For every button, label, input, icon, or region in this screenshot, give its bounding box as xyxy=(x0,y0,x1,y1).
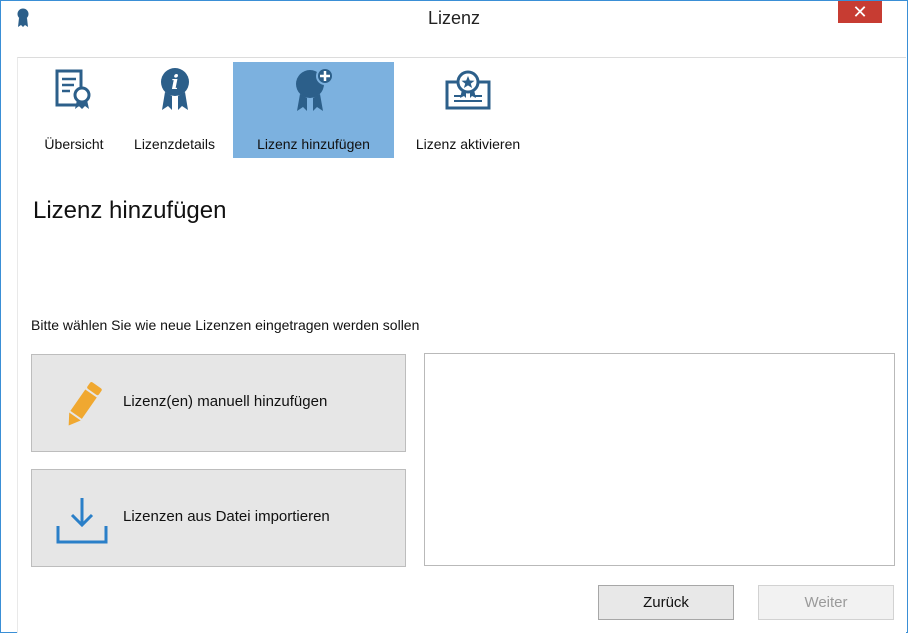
license-window: Lizenz ✕ Übersicht i Lizenzdetails Lizen… xyxy=(0,0,908,633)
next-button-disabled: Weiter xyxy=(758,585,894,620)
add-badge-icon xyxy=(296,67,334,111)
tab-activate-license[interactable]: Lizenz aktivieren xyxy=(399,62,537,158)
tab-activate-license-label: Lizenz aktivieren xyxy=(415,136,521,152)
instruction-text: Bitte wählen Sie wie neue Lizenzen einge… xyxy=(31,317,420,333)
back-button[interactable]: Zurück xyxy=(598,585,734,620)
tab-license-details-label: Lizenzdetails xyxy=(134,136,215,152)
tab-add-license-label: Lizenz hinzufügen xyxy=(257,136,370,152)
tab-license-details[interactable]: i Lizenzdetails xyxy=(121,62,228,158)
import-from-file-button[interactable]: Lizenzen aus Datei importieren xyxy=(31,469,406,567)
pencil-icon xyxy=(68,382,102,426)
page-title: Lizenz hinzufügen xyxy=(33,197,227,224)
import-from-file-label: Lizenzen aus Datei importieren xyxy=(123,508,330,525)
certificate-document-icon xyxy=(55,69,91,109)
info-badge-icon: i xyxy=(161,68,189,110)
title-bar: Lizenz ✕ xyxy=(1,1,907,33)
window-title: Lizenz xyxy=(427,8,481,28)
tab-overview[interactable]: Übersicht xyxy=(28,62,120,158)
svg-text:i: i xyxy=(171,70,179,94)
download-tray-icon xyxy=(56,498,108,544)
close-button[interactable]: ✕ xyxy=(838,1,882,23)
tab-add-license[interactable]: Lizenz hinzufügen xyxy=(233,62,394,158)
add-manually-label: Lizenz(en) manuell hinzufügen xyxy=(123,393,328,410)
tab-overview-label: Übersicht xyxy=(44,136,104,152)
certificate-star-icon xyxy=(445,70,491,110)
add-manually-button[interactable]: Lizenz(en) manuell hinzufügen xyxy=(31,354,406,452)
description-panel xyxy=(424,353,895,566)
